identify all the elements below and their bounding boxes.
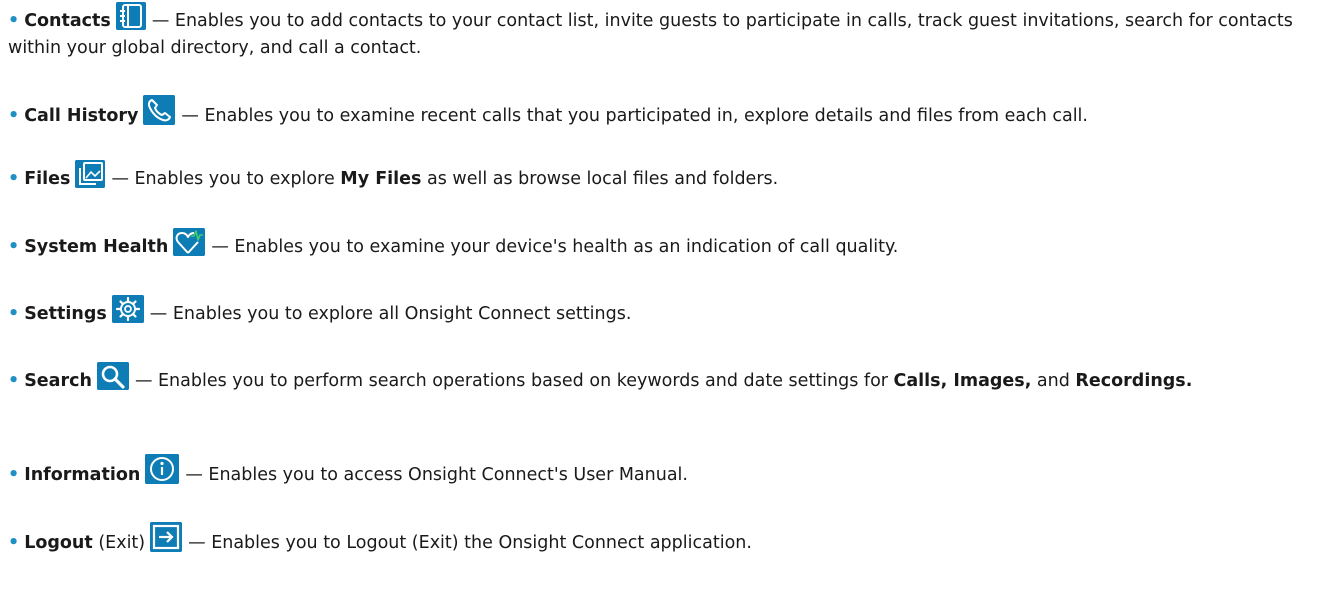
bullet: • [8, 11, 20, 31]
feature-name-information: Information [24, 465, 141, 485]
feature-description-search: — Enables you to perform search operatio… [134, 371, 1193, 391]
logout-suffix: (Exit) [98, 533, 146, 553]
heart-pulse-icon [173, 228, 206, 256]
list-item-search: • Search — Enables you to perform search o… [8, 362, 1326, 395]
bullet: • [8, 106, 20, 126]
list-item-system-health: • System Health — Enables you to examine y… [8, 228, 1326, 261]
image-gallery-icon [75, 160, 106, 188]
feature-description-information: — Enables you to access Onsight Connect'… [185, 465, 688, 485]
search-types-term: Calls, Images, [893, 371, 1032, 391]
bullet: • [8, 371, 20, 391]
list-item-files: • Files — Enables you to explore My Files … [8, 160, 1326, 193]
gear-icon [111, 295, 144, 323]
bullet: • [8, 465, 20, 485]
bullet: • [8, 237, 20, 257]
feature-description-settings: — Enables you to explore all Onsight Con… [149, 304, 632, 324]
feature-description-contacts: — Enables you to add contacts to your co… [8, 11, 1293, 58]
feature-name-call-history: Call History [24, 106, 139, 126]
bullet: • [8, 533, 20, 553]
feature-description-files: — Enables you to explore My Files as wel… [111, 169, 779, 189]
feature-name-system-health: System Health [24, 237, 169, 257]
list-item-contacts: • Contacts — Enables you to add contacts t… [8, 2, 1326, 62]
feature-name-settings: Settings [24, 304, 107, 324]
feature-description-logout: — Enables you to Logout (Exit) the Onsig… [188, 533, 752, 553]
bullet: • [8, 304, 20, 324]
list-item-logout: • Logout (Exit) — Enables you to Logout (E… [8, 522, 1326, 557]
info-icon [145, 454, 180, 484]
list-item-information: • Information — Enables you to access Onsi… [8, 454, 1326, 489]
feature-description-system-health: — Enables you to examine your device's h… [211, 237, 899, 257]
feature-name-files: Files [24, 169, 71, 189]
logout-icon [150, 522, 183, 552]
bullet: • [8, 169, 20, 189]
contacts-book-icon [115, 2, 146, 30]
feature-name-logout: Logout [24, 533, 93, 553]
feature-description-call-history: — Enables you to examine recent calls th… [181, 106, 1088, 126]
my-files-term: My Files [340, 169, 422, 189]
list-item-call-history: • Call History — Enables you to examine re… [8, 95, 1326, 130]
phone-icon [143, 95, 176, 125]
search-icon [96, 362, 129, 390]
list-item-settings: • Settings — Enables you to explore all On… [8, 295, 1326, 328]
feature-name-search: Search [24, 371, 92, 391]
recordings-term: Recordings. [1075, 371, 1193, 391]
feature-name-contacts: Contacts [24, 11, 111, 31]
